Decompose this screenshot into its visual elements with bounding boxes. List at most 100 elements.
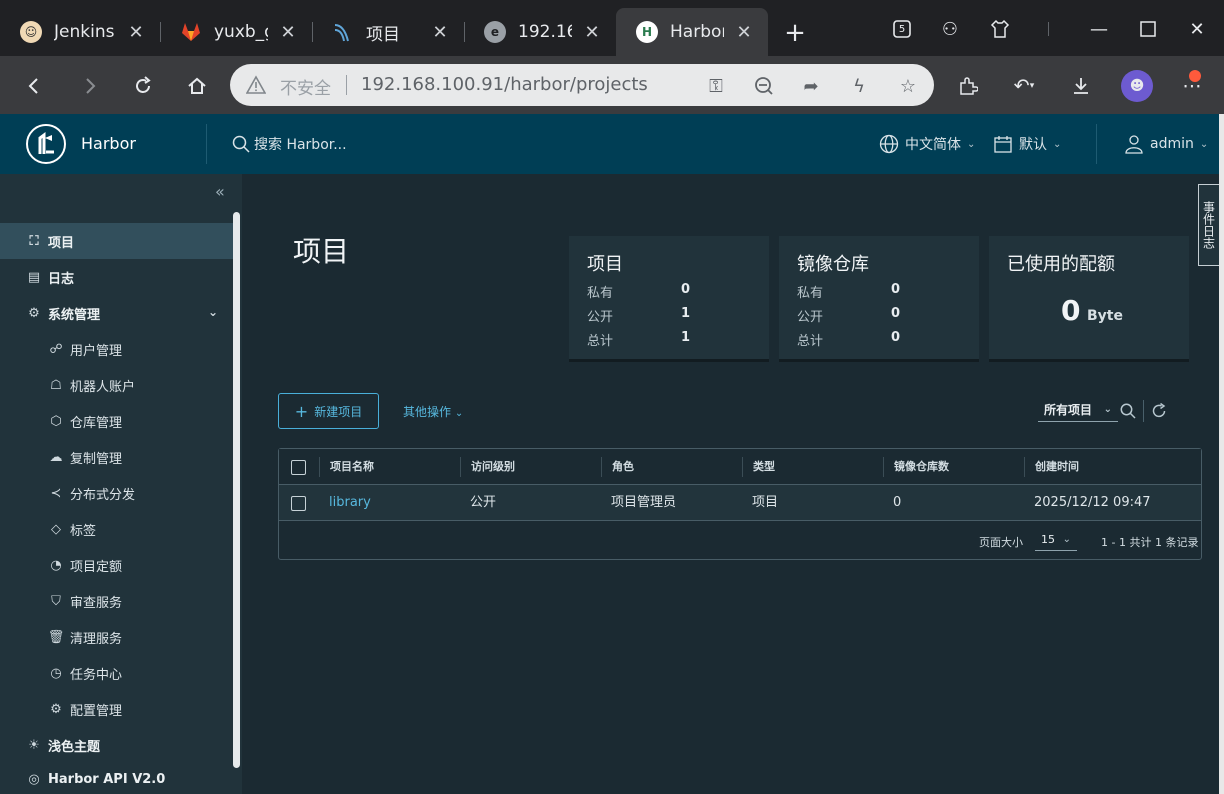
sidebar-item-quotas[interactable]: ◔ 项目定额 [0, 547, 234, 583]
sidebar-item-replications[interactable]: ☁ 复制管理 [0, 439, 234, 475]
sidebar-item-robots[interactable]: ☖ 机器人账户 [0, 367, 234, 403]
new-tab-button[interactable]: + [782, 18, 808, 48]
other-actions-dropdown[interactable]: 其他操作 ⌄ [403, 403, 463, 420]
calendar-icon [994, 136, 1012, 153]
harbor-logo-icon[interactable] [26, 124, 66, 164]
column-header-type[interactable]: 类型 [742, 457, 775, 477]
chevron-down-icon[interactable]: ⌄ [208, 305, 218, 319]
key-icon[interactable]: ⚿ [704, 74, 728, 98]
tab-actions-button[interactable]: 5 [889, 16, 915, 42]
lightning-icon[interactable]: ϟ [847, 74, 871, 98]
browser-tab-harbor[interactable]: H Harbor ✕ [616, 8, 768, 56]
incognito-icon[interactable]: ⚇ [937, 16, 963, 42]
close-tab-icon[interactable]: ✕ [734, 22, 754, 43]
download-icon[interactable] [1067, 72, 1095, 100]
global-search[interactable]: 搜索 Harbor... [232, 134, 347, 154]
sidebar-item-label: 任务中心 [70, 667, 123, 683]
close-window-button[interactable]: ✕ [1184, 16, 1210, 42]
search-icon[interactable] [1119, 402, 1137, 420]
sidebar-scrollbar-thumb[interactable] [233, 212, 240, 768]
sidebar-item-interrogation[interactable]: ⛉ 审查服务 [0, 583, 234, 619]
sidebar-item-cleanup[interactable]: 🗑 清理服务 [0, 619, 234, 655]
insecure-label: 不安全 [280, 79, 331, 99]
sidebar-item-label: 机器人账户 [70, 379, 136, 395]
column-header-role[interactable]: 角色 [601, 457, 634, 477]
close-tab-icon[interactable]: ✕ [278, 22, 298, 43]
sidebar-item-jobs[interactable]: ◷ 任务中心 [0, 655, 234, 691]
sidebar-scrollbar[interactable] [233, 212, 240, 768]
brand-name[interactable]: Harbor [81, 134, 136, 153]
column-header-created[interactable]: 创建时间 [1024, 457, 1079, 477]
sidebar-item-label: 用户管理 [70, 343, 123, 359]
zoom-out-icon[interactable] [752, 74, 776, 98]
select-all-checkbox[interactable] [291, 460, 306, 475]
home-button[interactable] [183, 72, 211, 100]
role-cell: 项目管理员 [611, 495, 677, 510]
sidebar-item-labels[interactable]: ◇ 标签 [0, 511, 234, 547]
back-button[interactable] [21, 72, 49, 100]
browser-tab-jenkins[interactable]: ☺ Jenkins ✕ [0, 8, 160, 56]
undo-dropdown-icon[interactable]: ↶ ▾ [1010, 72, 1038, 100]
projects-icon: ⛶ [29, 233, 39, 249]
sidebar-item-label: Harbor API V2.0 [48, 771, 166, 787]
sidebar-item-logs[interactable]: ▤ 日志 [0, 259, 234, 295]
column-header-repo-count[interactable]: 镜像仓库数 [883, 457, 949, 477]
globe-icon [879, 134, 899, 154]
row-checkbox[interactable] [291, 496, 306, 511]
reload-button[interactable] [129, 72, 157, 100]
star-icon[interactable]: ☆ [896, 74, 920, 98]
close-tab-icon[interactable]: ✕ [430, 22, 450, 43]
browser-tab-ip[interactable]: e 192.168 ✕ [464, 8, 616, 56]
jenkins-icon: ☺ [20, 21, 42, 43]
tab-title: yuxb_gi [214, 22, 268, 42]
browser-tab-project[interactable]: 项目 ✕ [312, 8, 464, 56]
refresh-icon[interactable] [1150, 402, 1168, 420]
sidebar-item-distribution[interactable]: ≺ 分布式分发 [0, 475, 234, 511]
project-filter-select[interactable]: 所有项目 ⌄ [1038, 398, 1118, 422]
address-bar[interactable]: 不安全 192.168.100.91/harbor/projects ⚿ ➦ ϟ… [230, 64, 934, 106]
table-row: library 公开 项目管理员 项目 0 2025/12/12 09:47 [279, 485, 1201, 521]
sidebar-item-light-theme[interactable]: ☀ 浅色主题 [0, 727, 234, 763]
harbor-header: Harbor 搜索 Harbor... 中文简体 ⌄ 默认 ⌄ admin ⌄ [0, 114, 1219, 174]
user-menu[interactable]: admin ⌄ [1124, 134, 1208, 154]
header-divider [206, 124, 207, 164]
profile-avatar[interactable]: ☻ [1121, 70, 1153, 102]
column-header-name[interactable]: 项目名称 [319, 457, 374, 477]
browser-tab-gitlab[interactable]: yuxb_gi ✕ [160, 8, 312, 56]
maximize-button[interactable] [1135, 16, 1161, 42]
search-icon [232, 135, 250, 153]
shirt-icon[interactable] [987, 16, 1013, 42]
sidebar-item-registries[interactable]: ⬡ 仓库管理 [0, 403, 234, 439]
collapse-sidebar-icon[interactable]: « [215, 182, 225, 201]
window-edge [1219, 114, 1224, 794]
page-title: 项目 [293, 235, 350, 268]
close-tab-icon[interactable]: ✕ [582, 22, 602, 43]
new-project-button[interactable]: + 新建项目 [278, 393, 379, 429]
extensions-icon[interactable] [954, 72, 982, 100]
sidebar-item-config[interactable]: ⚙ 配置管理 [0, 691, 234, 727]
share-icon[interactable]: ➦ [799, 74, 823, 98]
language-selector[interactable]: 中文简体 ⌄ [879, 134, 975, 154]
warning-icon [245, 75, 267, 99]
clock-icon: ◷ [50, 665, 62, 681]
card-row: 总计 0 [797, 330, 901, 349]
new-project-label: 新建项目 [314, 404, 363, 419]
quota-summary-card: 已使用的配额 0 Byte [989, 236, 1189, 362]
minimize-button[interactable]: — [1086, 16, 1112, 42]
sidebar-item-admin[interactable]: ⚙ 系统管理 ⌄ [0, 295, 234, 331]
theme-selector[interactable]: 默认 ⌄ [993, 134, 1061, 154]
column-header-access[interactable]: 访问级别 [460, 457, 515, 477]
share-icon: ≺ [50, 485, 62, 501]
sidebar-item-projects[interactable]: ⛶ 项目 [0, 223, 234, 259]
sidebar-item-api[interactable]: ◎ Harbor API V2.0 [0, 763, 234, 794]
close-tab-icon[interactable]: ✕ [126, 22, 146, 43]
page-size-select[interactable]: 15 ⌄ [1035, 529, 1077, 551]
sidebar-item-users[interactable]: ☍ 用户管理 [0, 331, 234, 367]
language-label: 中文简体 [905, 137, 961, 153]
forward-button[interactable] [75, 72, 103, 100]
event-log-side-tab[interactable]: 事件日志 [1198, 184, 1220, 266]
filter-value: 所有项目 [1044, 403, 1093, 417]
project-name-link[interactable]: library [319, 485, 371, 521]
tab-title: Jenkins [54, 22, 115, 42]
url-text[interactable]: 192.168.100.91/harbor/projects [361, 74, 648, 95]
